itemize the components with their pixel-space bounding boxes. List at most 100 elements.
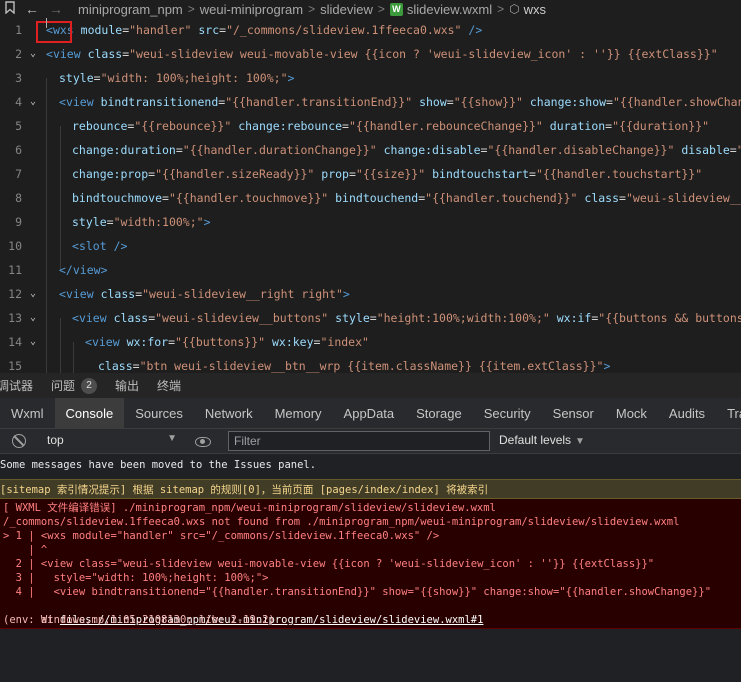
code-token: class bbox=[98, 359, 133, 373]
bookmark-icon[interactable] bbox=[0, 1, 20, 17]
code-text: class="btn weui-slideview__btn__wrp {{it… bbox=[98, 354, 610, 373]
dropdown-caret-icon: ▼ bbox=[575, 436, 585, 447]
code-token: view bbox=[52, 47, 81, 61]
code-line[interactable]: 3 style="width: 100%;height: 100%;"> bbox=[0, 66, 741, 90]
breadcrumb-item-symbol[interactable]: wxs bbox=[524, 2, 546, 17]
code-token: < bbox=[59, 287, 66, 301]
breadcrumb-item-weui-miniprogram[interactable]: weui-miniprogram bbox=[200, 2, 303, 17]
fold-chevron-icon[interactable]: ⌄ bbox=[27, 42, 39, 66]
devtools-tab-memory[interactable]: Memory bbox=[264, 398, 333, 428]
code-token: "weui-slideview__buttons" bbox=[155, 311, 329, 325]
code-token: class bbox=[106, 311, 149, 325]
devtools-tab-mock[interactable]: Mock bbox=[605, 398, 658, 428]
code-text: </view> bbox=[59, 258, 108, 282]
code-token: "{{handler.touchmove}}" bbox=[168, 191, 329, 205]
code-line[interactable]: 6 change:duration="{{handler.durationChan… bbox=[0, 138, 741, 162]
tab-problems[interactable]: 问题 2 bbox=[51, 377, 98, 394]
fold-chevron-icon[interactable]: ⌄ bbox=[27, 282, 39, 306]
devtools-tab-wxml[interactable]: Wxml bbox=[0, 398, 55, 428]
line-number: 13 bbox=[8, 311, 22, 325]
code-line[interactable]: 11 </view> bbox=[0, 258, 741, 282]
code-token: = bbox=[162, 191, 169, 205]
code-token: disable bbox=[674, 143, 730, 157]
code-text: <view class="weui-slideview__right right… bbox=[59, 282, 350, 306]
code-token: "height:100%;width:100%;" bbox=[376, 311, 550, 325]
tab-terminal[interactable]: 终端 bbox=[157, 377, 181, 394]
line-number: 1 bbox=[15, 23, 22, 37]
code-token: class bbox=[80, 47, 123, 61]
devtools-tab-appdata[interactable]: AppData bbox=[333, 398, 406, 428]
code-line[interactable]: 13 ⌄ <view class = "weui-slideview__buttons"… bbox=[0, 306, 741, 330]
line-number: 2 bbox=[15, 47, 22, 61]
code-token: = bbox=[529, 167, 536, 181]
code-text: <view class = "weui-slideview__buttons" st… bbox=[72, 306, 741, 330]
code-token: "{{handler.sizeReady}}" bbox=[155, 167, 315, 181]
back-arrow-icon[interactable]: ← bbox=[20, 1, 44, 17]
code-token: style bbox=[59, 71, 94, 85]
devtools-tab-network[interactable]: Network bbox=[194, 398, 264, 428]
code-token: > bbox=[287, 71, 295, 85]
devtools-tab-sensor[interactable]: Sensor bbox=[542, 398, 605, 428]
code-line[interactable]: 15 class="btn weui-slideview__btn__wrp {{… bbox=[0, 354, 741, 373]
panel-tab-bar: 调试器 问题 2 输出 终端 bbox=[0, 373, 741, 398]
live-expression-eye-icon[interactable] bbox=[195, 437, 211, 447]
devtools-tab-storage[interactable]: Storage bbox=[405, 398, 473, 428]
line-number: 14 bbox=[8, 335, 22, 349]
code-editor[interactable]: 1 <wxs module="handler" src="/_commons/sl… bbox=[0, 18, 741, 373]
line-number: 3 bbox=[15, 71, 22, 85]
code-line[interactable]: 9 style="width:100%;"> bbox=[0, 210, 741, 234]
devtools-tab-security[interactable]: Security bbox=[473, 398, 542, 428]
tab-debugger[interactable]: 调试器 bbox=[0, 377, 33, 394]
fold-chevron-icon[interactable]: ⌄ bbox=[27, 90, 39, 114]
code-line[interactable]: 8 bindtouchmove="{{handler.touchmove}}" b… bbox=[0, 186, 741, 210]
error-line: /_commons/slideview.1ffeeca0.wxs not fou… bbox=[3, 516, 680, 528]
forward-arrow-icon[interactable]: → bbox=[44, 1, 68, 17]
breadcrumb-item-slideview[interactable]: slideview bbox=[320, 2, 373, 17]
code-token: = bbox=[369, 311, 377, 325]
code-token: = bbox=[729, 143, 737, 157]
log-levels-dropdown[interactable]: Default levels ▼ bbox=[499, 433, 585, 447]
breadcrumb-item-miniprogram-npm[interactable]: miniprogram_npm bbox=[78, 2, 183, 17]
error-line: 3 | style="width: 100%;height: 100%;"> bbox=[3, 572, 269, 584]
code-token: = bbox=[342, 119, 349, 133]
code-token: change:disable bbox=[376, 143, 481, 157]
code-token: bindtransitionend bbox=[93, 95, 219, 109]
code-line[interactable]: 12 ⌄ <view class="weui-slideview__right ri… bbox=[0, 282, 741, 306]
code-token: = bbox=[132, 359, 140, 373]
devtools-tab-audits[interactable]: Audits bbox=[658, 398, 716, 428]
devtools-tab-trace[interactable]: Trace bbox=[716, 398, 741, 428]
code-token: "{{handler.disableChange}}" bbox=[487, 143, 675, 157]
devtools-tab-sources[interactable]: Sources bbox=[124, 398, 194, 428]
code-token: view bbox=[72, 263, 101, 277]
line-number: 7 bbox=[15, 167, 22, 181]
clear-console-icon[interactable] bbox=[12, 434, 26, 448]
log-levels-label: Default levels bbox=[499, 433, 572, 447]
breadcrumb-item-file[interactable]: slideview.wxml bbox=[407, 2, 492, 17]
console-info-message: Some messages have been moved to the Iss… bbox=[0, 459, 317, 471]
code-text: <view wx:for="{{buttons}}" wx:key="index… bbox=[85, 330, 369, 354]
context-selector[interactable]: top ▼ bbox=[47, 433, 177, 450]
code-token: "width:100%;" bbox=[113, 215, 204, 229]
code-text: <wxs module="handler" src="/_commons/sli… bbox=[46, 18, 482, 42]
code-line[interactable]: 4 ⌄ <view bindtransitionend = "{{handler.tra… bbox=[0, 90, 741, 114]
fold-chevron-icon[interactable]: ⌄ bbox=[27, 330, 39, 354]
fold-chevron-icon[interactable]: ⌄ bbox=[27, 306, 39, 330]
devtools-tab-console[interactable]: Console bbox=[54, 398, 125, 428]
error-line: | ^ bbox=[3, 544, 48, 556]
code-line[interactable]: 2 ⌄ <view class="weui-slideview weui-movab… bbox=[0, 42, 741, 66]
dropdown-caret-icon: ▼ bbox=[167, 433, 177, 444]
code-line[interactable]: 14 ⌄ <view wx:for="{{buttons}}" wx:key="in… bbox=[0, 330, 741, 354]
console-filter-input[interactable]: Filter bbox=[228, 431, 490, 451]
line-number: 5 bbox=[15, 119, 22, 133]
code-line[interactable]: 7 change:prop = "{{handler.sizeReady}}" pro… bbox=[0, 162, 741, 186]
code-token: = bbox=[606, 95, 613, 109]
code-token: < bbox=[85, 335, 92, 349]
code-line[interactable]: 1 <wxs module="handler" src="/_commons/sl… bbox=[0, 18, 741, 42]
code-text: change:duration="{{handler.durationChang… bbox=[72, 138, 741, 162]
code-line[interactable]: 10 <slot /> bbox=[0, 234, 741, 258]
code-line[interactable]: 5 rebounce = "{{rebounce}}" change:rebounce… bbox=[0, 114, 741, 138]
tab-output[interactable]: 输出 bbox=[115, 377, 139, 394]
code-token: "weui-slideview__right right" bbox=[142, 287, 343, 301]
code-token: "width: 100%;height: 100%;" bbox=[100, 71, 288, 85]
breadcrumb-separator-icon: > bbox=[187, 2, 195, 16]
